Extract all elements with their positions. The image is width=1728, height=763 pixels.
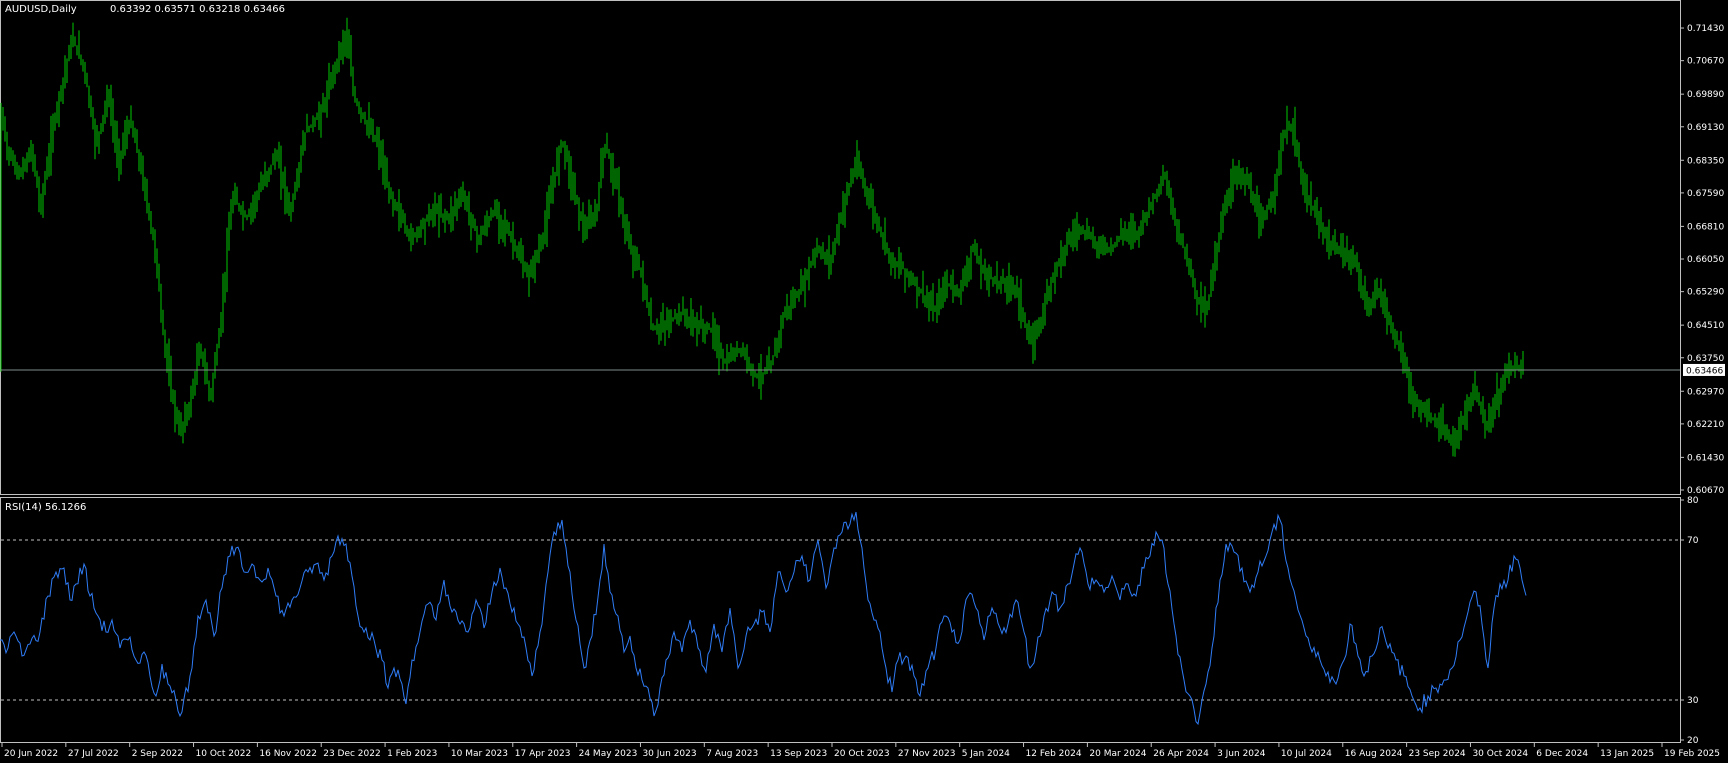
time-axis-label: 20 Mar 2024 [1089, 749, 1146, 759]
time-axis-label: 10 Mar 2023 [451, 749, 508, 759]
time-axis-label: 1 Feb 2023 [387, 749, 437, 759]
rsi-axis-label: 20 [1687, 736, 1699, 746]
price-axis-label: 0.62210 [1687, 420, 1724, 430]
time-axis-label: 17 Apr 2023 [515, 749, 571, 759]
price-axis-label: 0.64510 [1687, 321, 1724, 331]
time-axis-label: 30 Oct 2024 [1472, 749, 1528, 759]
time-axis-label: 19 Feb 2025 [1664, 749, 1720, 759]
rsi-axis-label: 80 [1687, 496, 1699, 506]
price-axis-label: 0.62970 [1687, 387, 1724, 397]
price-axis-label: 0.63750 [1687, 354, 1724, 364]
time-axis-label: 10 Oct 2022 [196, 749, 252, 759]
rsi-axis-label: 70 [1687, 536, 1699, 546]
time-axis-label: 20 Oct 2023 [834, 749, 890, 759]
price-axis-label: 0.60670 [1687, 486, 1724, 496]
time-axis-label: 23 Sep 2024 [1409, 749, 1466, 759]
time-axis-label: 10 Jul 2024 [1281, 749, 1332, 759]
time-axis-label: 13 Sep 2023 [770, 749, 827, 759]
chart-root: 0.71430 0.70670 0.69890 0.69130 0.68350 0.675… [0, 0, 1728, 763]
time-axis-label: 23 Dec 2022 [323, 749, 381, 759]
price-axis-label: 0.71430 [1687, 24, 1724, 34]
time-axis-label: 27 Jul 2022 [68, 749, 119, 759]
price-axis-label: 0.68350 [1687, 156, 1724, 166]
price-axis-label: 0.66810 [1687, 222, 1724, 232]
time-axis-label: 27 Nov 2023 [898, 749, 956, 759]
price-axis-label: 0.61430 [1687, 453, 1724, 463]
time-axis-label: 5 Jan 2024 [962, 749, 1010, 759]
time-axis-label: 20 Jun 2022 [4, 749, 58, 759]
price-axis-label: 0.65290 [1687, 288, 1724, 298]
time-axis-label: 7 Aug 2023 [706, 749, 758, 759]
current-price-tag-label: 0.63466 [1686, 366, 1723, 376]
rsi-title: RSI(14) 56.1266 [5, 502, 86, 513]
price-axis-label: 0.67590 [1687, 189, 1724, 199]
time-axis-label: 3 Jun 2024 [1217, 749, 1266, 759]
time-axis-label: 12 Feb 2024 [1026, 749, 1082, 759]
time-axis-label: 16 Nov 2022 [259, 749, 317, 759]
time-axis-label: 26 Apr 2024 [1153, 749, 1209, 759]
price-axis-label: 0.66050 [1687, 255, 1724, 265]
price-axis-label: 0.70670 [1687, 57, 1724, 67]
current-price-tag: 0.63466 [1683, 363, 1725, 376]
time-axis-label: 13 Jan 2025 [1600, 749, 1654, 759]
time-axis-label: 24 May 2023 [579, 749, 638, 759]
time-axis-label: 2 Sep 2022 [132, 749, 183, 759]
symbol-title: AUDUSD,Daily [5, 4, 77, 15]
time-axis-label: 30 Jun 2023 [642, 749, 696, 759]
price-axis-label: 0.69130 [1687, 123, 1724, 133]
price-axis: 0.71430 0.70670 0.69890 0.69130 0.68350 0.675… [1680, 24, 1724, 496]
ohlc-values: 0.63392 0.63571 0.63218 0.63466 [110, 4, 285, 15]
rsi-axis-label: 30 [1687, 696, 1699, 706]
chart-background [0, 0, 1728, 763]
time-axis-label: 16 Aug 2024 [1345, 749, 1403, 759]
time-axis-label: 6 Dec 2024 [1536, 749, 1588, 759]
price-axis-label: 0.69890 [1687, 90, 1724, 100]
